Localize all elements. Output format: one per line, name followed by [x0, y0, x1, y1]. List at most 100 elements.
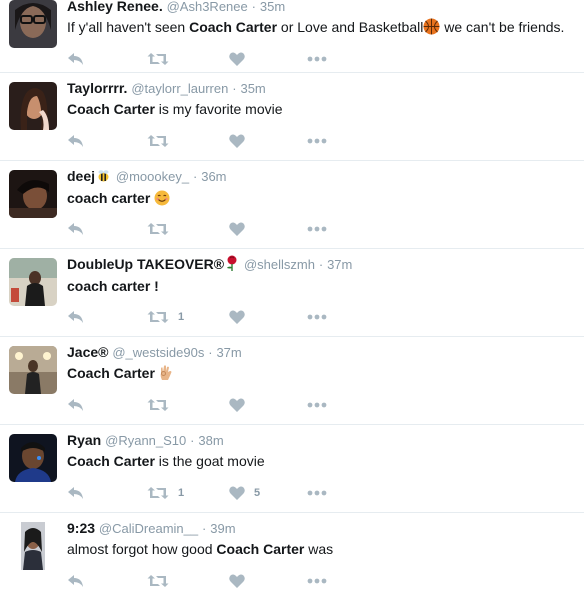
reply-icon — [67, 574, 85, 588]
keyword-highlight: coach carter ! — [67, 278, 159, 294]
tweet[interactable]: deej @moookey_ · 36m coach carter — [0, 161, 584, 249]
timestamp[interactable]: 38m — [198, 433, 223, 448]
display-name[interactable]: Ryan — [67, 432, 101, 448]
display-name[interactable]: Taylorrrr. — [67, 80, 127, 96]
reply-button[interactable] — [67, 308, 85, 326]
handle[interactable]: @CaliDreamin__ — [99, 521, 198, 536]
text-segment: If y'all haven't seen — [67, 19, 190, 35]
tweet-actions — [67, 572, 367, 590]
text-segment: almost forgot how good — [67, 541, 217, 557]
retweet-button[interactable] — [147, 50, 178, 68]
display-name[interactable]: deej — [67, 168, 95, 184]
more-icon — [307, 138, 327, 144]
text-segment: or Love and Basketball — [277, 19, 424, 35]
reply-icon — [67, 310, 85, 324]
more-button[interactable] — [307, 220, 327, 238]
tweet[interactable]: 9:23 @CaliDreamin__ · 39m almost forgot … — [0, 513, 584, 601]
tweet-text: Coach Carter is my favorite movie — [67, 100, 574, 119]
timestamp[interactable]: 36m — [201, 169, 226, 184]
like-button[interactable] — [229, 572, 254, 590]
more-button[interactable] — [307, 572, 327, 590]
handle[interactable]: @Ryann_S10 — [105, 433, 186, 448]
like-button[interactable]: 5 — [229, 484, 260, 502]
tweet-actions — [67, 50, 367, 68]
avatar[interactable] — [9, 522, 57, 570]
basketball-emoji-icon — [423, 18, 440, 40]
like-icon — [229, 574, 245, 588]
tweet-text: coach carter — [67, 189, 574, 211]
separator: · — [251, 0, 256, 14]
reply-icon — [67, 52, 85, 66]
separator: · — [232, 81, 237, 96]
more-button[interactable] — [307, 50, 327, 68]
retweet-button[interactable] — [147, 220, 178, 238]
avatar[interactable] — [9, 434, 57, 482]
avatar[interactable] — [9, 170, 57, 218]
tweet-actions — [67, 132, 367, 150]
tweet[interactable]: Ashley Renee. @Ash3Renee · 35m If y'all … — [0, 0, 584, 73]
handle[interactable]: @_westside90s — [112, 345, 204, 360]
timestamp[interactable]: 35m — [240, 81, 265, 96]
timestamp[interactable]: 39m — [210, 521, 235, 536]
reply-button[interactable] — [67, 220, 85, 238]
avatar[interactable] — [9, 346, 57, 394]
retweet-icon — [147, 52, 169, 66]
more-button[interactable] — [307, 132, 327, 150]
tweet[interactable]: DoubleUp TAKEOVER® @shellszmh · 37m coac… — [0, 249, 584, 337]
more-icon — [307, 402, 327, 408]
avatar[interactable] — [9, 258, 57, 306]
display-name[interactable]: 9:23 — [67, 520, 95, 536]
timestamp[interactable]: 37m — [327, 257, 352, 272]
retweet-button[interactable]: 1 — [147, 484, 184, 502]
timestamp[interactable]: 35m — [260, 0, 285, 14]
more-button[interactable] — [307, 308, 327, 326]
reply-button[interactable] — [67, 484, 85, 502]
more-button[interactable] — [307, 484, 327, 502]
tweet-text: almost forgot how good Coach Carter was — [67, 540, 574, 559]
separator: · — [318, 257, 324, 272]
like-button[interactable] — [229, 220, 254, 238]
smile-emoji-icon — [154, 190, 170, 211]
tweet[interactable]: Ryan @Ryann_S10 · 38m Coach Carter is th… — [0, 425, 584, 513]
avatar[interactable] — [9, 82, 57, 130]
keyword-highlight: Coach Carter — [189, 19, 278, 35]
retweet-button[interactable] — [147, 572, 178, 590]
timestamp[interactable]: 37m — [216, 345, 241, 360]
reply-button[interactable] — [67, 572, 85, 590]
like-button[interactable] — [229, 50, 254, 68]
handle[interactable]: @taylorr_laurren — [131, 81, 228, 96]
like-button[interactable] — [229, 396, 254, 414]
like-button[interactable] — [229, 308, 254, 326]
handle[interactable]: @shellszmh — [244, 257, 315, 272]
keyword-highlight: Coach Carter — [216, 541, 305, 557]
separator: · — [192, 169, 198, 184]
retweet-button[interactable] — [147, 132, 178, 150]
reply-button[interactable] — [67, 50, 85, 68]
reply-button[interactable] — [67, 132, 85, 150]
bee-emoji-icon — [96, 168, 111, 187]
more-button[interactable] — [307, 396, 327, 414]
reply-button[interactable] — [67, 396, 85, 414]
retweet-icon — [147, 310, 169, 324]
ok-hand-emoji-icon — [159, 364, 173, 386]
handle[interactable]: @moookey_ — [116, 169, 189, 184]
tweet[interactable]: Jace® @_westside90s · 37m Coach Carter — [0, 337, 584, 425]
display-name[interactable]: DoubleUp TAKEOVER® — [67, 256, 224, 272]
like-icon — [229, 134, 245, 148]
retweet-icon — [147, 222, 169, 236]
tweet-actions — [67, 396, 367, 414]
more-icon — [307, 226, 327, 232]
like-button[interactable] — [229, 132, 254, 150]
separator: · — [202, 521, 207, 536]
display-name[interactable]: Jace® — [67, 344, 108, 360]
tweet[interactable]: Taylorrrr. @taylorr_laurren · 35m Coach … — [0, 73, 584, 161]
avatar[interactable] — [9, 0, 57, 48]
keyword-highlight: Coach Carter — [67, 453, 155, 469]
more-icon — [307, 56, 327, 62]
retweet-button[interactable] — [147, 396, 178, 414]
text-segment: was — [304, 541, 334, 557]
retweet-button[interactable]: 1 — [147, 308, 184, 326]
handle[interactable]: @Ash3Renee — [167, 0, 248, 14]
tweet-actions — [67, 220, 367, 238]
display-name[interactable]: Ashley Renee. — [67, 0, 163, 14]
